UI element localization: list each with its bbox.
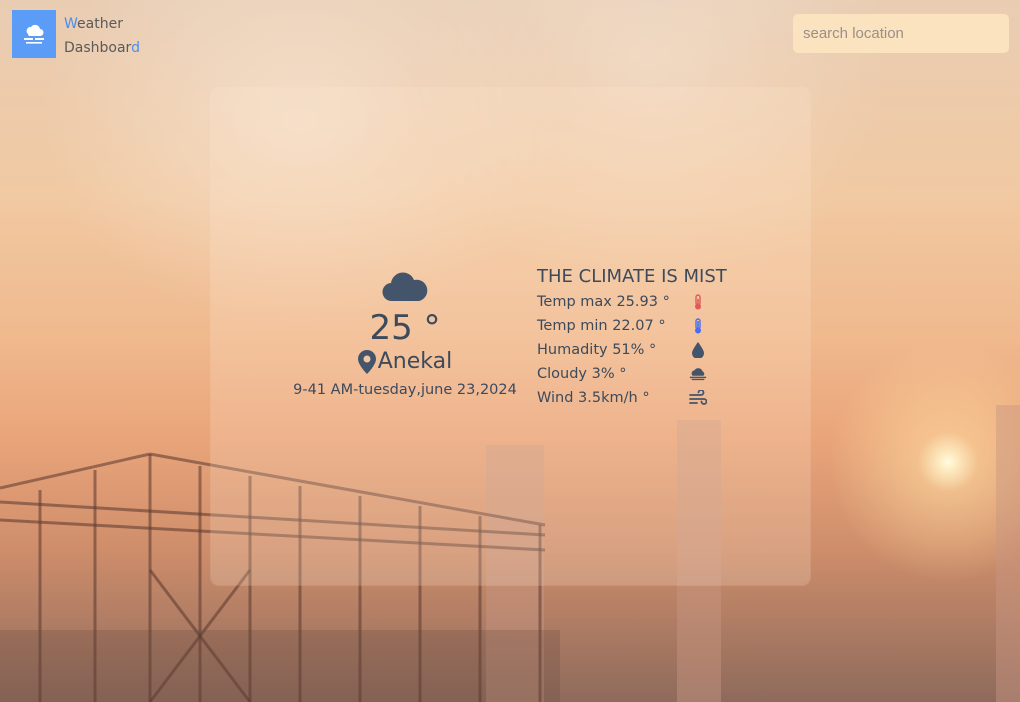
detail-cloudy: Cloudy 3% ° — [537, 362, 737, 386]
climate-summary: THE CLIMATE IS MIST — [537, 266, 727, 287]
detail-temp-min: Temp min 22.07 ° — [537, 314, 737, 338]
wind-icon — [689, 390, 707, 406]
weather-details: THE CLIMATE IS MIST Temp max 25.93 ° Tem… — [537, 265, 737, 410]
date-time: 9-41 AM-tuesday,june 23,2024 — [293, 382, 517, 398]
app-logo — [12, 10, 56, 58]
cloud-logo-icon — [24, 24, 44, 44]
location-name: Anekal — [377, 349, 453, 374]
brand-title: Weather Dashboard — [64, 12, 140, 60]
brand-line-1: Weather — [64, 16, 123, 32]
droplet-icon — [689, 342, 707, 358]
current-weather: 25 ° Anekal 9-41 AM-tuesday,june 23,2024 — [290, 270, 520, 400]
cloud-icon — [689, 366, 707, 382]
detail-temp-max: Temp max 25.93 ° — [537, 290, 737, 314]
brand-line-2: Dashboard — [64, 40, 140, 56]
detail-humidity: Humadity 51% ° — [537, 338, 737, 362]
thermometer-hot-icon — [689, 294, 707, 310]
search-input[interactable] — [801, 24, 1004, 43]
thermometer-cold-icon — [689, 318, 707, 334]
detail-wind: Wind 3.5km/h ° — [537, 386, 737, 410]
location: Anekal — [290, 348, 520, 376]
temperature: 25 ° — [369, 308, 441, 348]
cloud-icon — [382, 272, 428, 302]
location-pin-icon — [357, 350, 376, 374]
search-box — [793, 14, 1009, 53]
